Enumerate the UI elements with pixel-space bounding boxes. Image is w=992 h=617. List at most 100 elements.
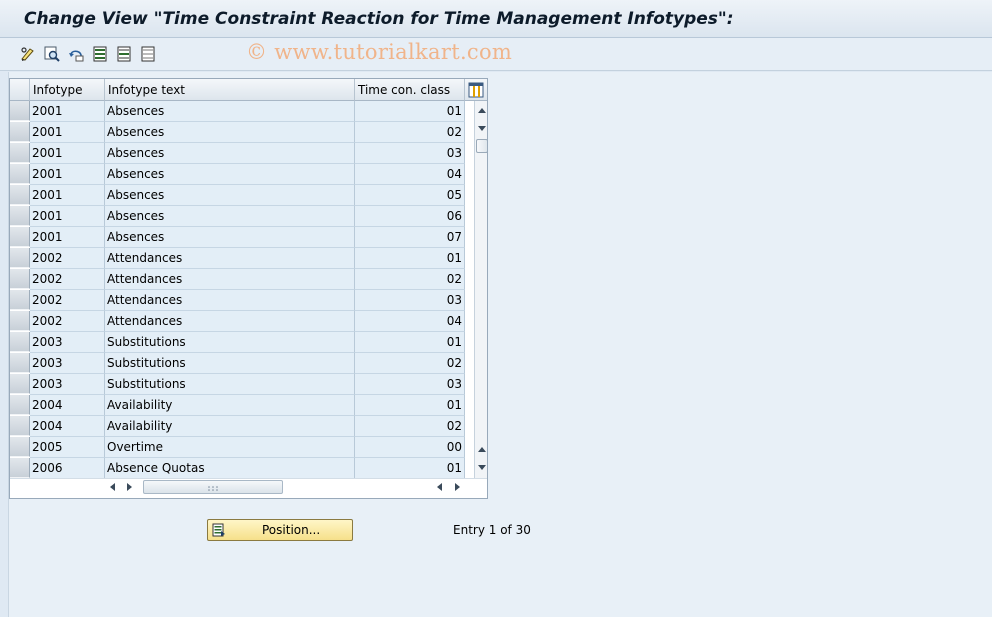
cell-infotype[interactable]: 2001 bbox=[30, 185, 105, 206]
cell-infotype-text[interactable]: Absences bbox=[105, 122, 355, 143]
row-selector[interactable] bbox=[10, 353, 30, 373]
row-selector[interactable] bbox=[10, 101, 30, 121]
cell-infotype-text[interactable]: Attendances bbox=[105, 311, 355, 332]
cell-infotype[interactable]: 2002 bbox=[30, 269, 105, 290]
cell-infotype-text[interactable]: Absences bbox=[105, 206, 355, 227]
select-all-rows-header[interactable] bbox=[10, 79, 30, 101]
scroll-left-arrow-icon[interactable] bbox=[110, 483, 115, 491]
vertical-scrollbar[interactable] bbox=[474, 101, 487, 478]
row-selector[interactable] bbox=[10, 395, 30, 415]
position-icon bbox=[212, 523, 225, 537]
cell-infotype-text[interactable]: Attendances bbox=[105, 248, 355, 269]
page-title: Change View "Time Constraint Reaction fo… bbox=[24, 9, 734, 29]
cell-infotype[interactable]: 2001 bbox=[30, 227, 105, 248]
find-icon[interactable] bbox=[42, 44, 62, 64]
scroll-down-arrow-icon[interactable] bbox=[478, 126, 486, 131]
cell-infotype[interactable]: 2003 bbox=[30, 374, 105, 395]
cell-infotype[interactable]: 2001 bbox=[30, 143, 105, 164]
cell-infotype-text[interactable]: Absences bbox=[105, 143, 355, 164]
cell-infotype[interactable]: 2006 bbox=[30, 458, 105, 479]
deselect-all-icon[interactable] bbox=[138, 44, 158, 64]
row-selector[interactable] bbox=[10, 416, 30, 436]
row-selector[interactable] bbox=[10, 227, 30, 247]
cell-time-con-class[interactable]: 01 bbox=[355, 248, 465, 269]
cell-time-con-class[interactable]: 02 bbox=[355, 122, 465, 143]
cell-infotype[interactable]: 2002 bbox=[30, 290, 105, 311]
scroll-page-up-arrow-icon[interactable] bbox=[478, 447, 486, 452]
row-selector[interactable] bbox=[10, 269, 30, 289]
row-selector[interactable] bbox=[10, 206, 30, 226]
scroll-right-arrow-icon-2[interactable] bbox=[455, 483, 460, 491]
cell-time-con-class[interactable]: 02 bbox=[355, 353, 465, 374]
scroll-left-arrow-icon-2[interactable] bbox=[437, 483, 442, 491]
undo-icon[interactable] bbox=[66, 44, 86, 64]
cell-time-con-class[interactable]: 03 bbox=[355, 143, 465, 164]
position-button[interactable]: Position... bbox=[207, 519, 353, 541]
cell-infotype-text[interactable]: Absence Quotas bbox=[105, 458, 355, 479]
cell-infotype-text[interactable]: Availability bbox=[105, 395, 355, 416]
scroll-up-arrow-icon[interactable] bbox=[478, 108, 486, 113]
cell-time-con-class[interactable]: 04 bbox=[355, 164, 465, 185]
row-selector[interactable] bbox=[10, 311, 30, 331]
cell-infotype-text[interactable]: Overtime bbox=[105, 437, 355, 458]
position-button-label: Position... bbox=[262, 523, 321, 537]
select-all-icon[interactable] bbox=[90, 44, 110, 64]
cell-infotype-text[interactable]: Substitutions bbox=[105, 332, 355, 353]
cell-infotype-text[interactable]: Absences bbox=[105, 227, 355, 248]
cell-time-con-class[interactable]: 04 bbox=[355, 311, 465, 332]
cell-time-con-class[interactable]: 01 bbox=[355, 101, 465, 122]
row-selector[interactable] bbox=[10, 437, 30, 457]
cell-infotype[interactable]: 2002 bbox=[30, 311, 105, 332]
vertical-scroll-thumb[interactable] bbox=[476, 139, 487, 153]
cell-time-con-class[interactable]: 06 bbox=[355, 206, 465, 227]
cell-infotype-text[interactable]: Absences bbox=[105, 164, 355, 185]
cell-infotype-text[interactable]: Absences bbox=[105, 185, 355, 206]
row-selector[interactable] bbox=[10, 164, 30, 184]
column-header-time-con-class[interactable]: Time con. class bbox=[355, 79, 465, 101]
row-selector[interactable] bbox=[10, 248, 30, 268]
cell-time-con-class[interactable]: 05 bbox=[355, 185, 465, 206]
cell-infotype[interactable]: 2001 bbox=[30, 101, 105, 122]
cell-time-con-class[interactable]: 01 bbox=[355, 395, 465, 416]
cell-infotype[interactable]: 2001 bbox=[30, 164, 105, 185]
row-selector[interactable] bbox=[10, 374, 30, 394]
cell-infotype[interactable]: 2001 bbox=[30, 122, 105, 143]
cell-infotype-text[interactable]: Availability bbox=[105, 416, 355, 437]
row-selector[interactable] bbox=[10, 185, 30, 205]
cell-infotype[interactable]: 2005 bbox=[30, 437, 105, 458]
column-header-infotype-text[interactable]: Infotype text bbox=[105, 79, 355, 101]
cell-infotype-text[interactable]: Attendances bbox=[105, 269, 355, 290]
toolbar: © www.tutorialkart.com bbox=[0, 38, 992, 71]
cell-time-con-class[interactable]: 07 bbox=[355, 227, 465, 248]
cell-infotype-text[interactable]: Attendances bbox=[105, 290, 355, 311]
cell-time-con-class[interactable]: 02 bbox=[355, 416, 465, 437]
cell-infotype[interactable]: 2003 bbox=[30, 353, 105, 374]
cell-infotype[interactable]: 2002 bbox=[30, 248, 105, 269]
table-settings-button[interactable] bbox=[465, 79, 487, 101]
column-header-infotype[interactable]: Infotype bbox=[30, 79, 105, 101]
cell-time-con-class[interactable]: 00 bbox=[355, 437, 465, 458]
horizontal-scrollbar[interactable] bbox=[10, 478, 487, 498]
display-change-icon[interactable] bbox=[18, 44, 38, 64]
scroll-page-down-arrow-icon[interactable] bbox=[478, 465, 486, 470]
cell-infotype[interactable]: 2001 bbox=[30, 206, 105, 227]
row-selector[interactable] bbox=[10, 290, 30, 310]
scroll-right-arrow-icon[interactable] bbox=[127, 483, 132, 491]
select-block-icon[interactable] bbox=[114, 44, 134, 64]
cell-infotype-text[interactable]: Substitutions bbox=[105, 353, 355, 374]
cell-infotype-text[interactable]: Absences bbox=[105, 101, 355, 122]
cell-time-con-class[interactable]: 03 bbox=[355, 290, 465, 311]
row-selector[interactable] bbox=[10, 143, 30, 163]
cell-infotype-text[interactable]: Substitutions bbox=[105, 374, 355, 395]
row-selector[interactable] bbox=[10, 332, 30, 352]
cell-infotype[interactable]: 2004 bbox=[30, 416, 105, 437]
horizontal-scroll-thumb[interactable] bbox=[143, 480, 283, 494]
cell-time-con-class[interactable]: 03 bbox=[355, 374, 465, 395]
cell-time-con-class[interactable]: 01 bbox=[355, 332, 465, 353]
cell-infotype[interactable]: 2003 bbox=[30, 332, 105, 353]
cell-time-con-class[interactable]: 01 bbox=[355, 458, 465, 479]
row-selector[interactable] bbox=[10, 122, 30, 142]
cell-time-con-class[interactable]: 02 bbox=[355, 269, 465, 290]
row-selector[interactable] bbox=[10, 458, 30, 478]
cell-infotype[interactable]: 2004 bbox=[30, 395, 105, 416]
